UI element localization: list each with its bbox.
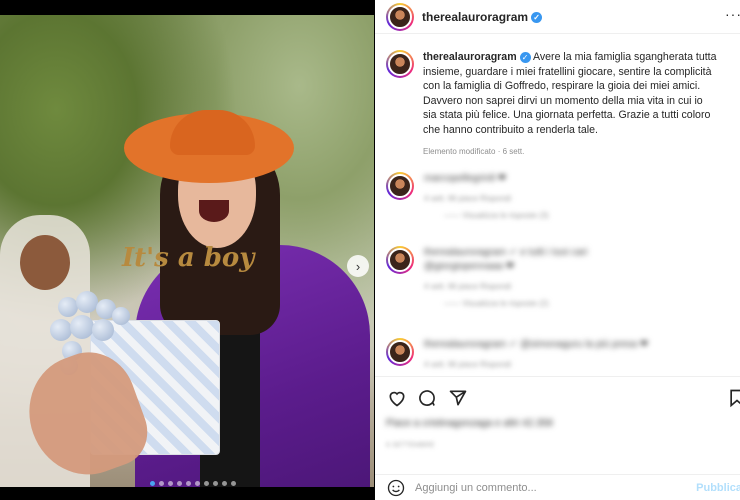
comment-meta: 4 sett. Mi piace Rispondi [424, 194, 512, 203]
comment-text: therealauroragram ✓ e tutti i tuoi cari … [424, 247, 588, 272]
carousel-dot [177, 481, 182, 486]
carousel-dot [213, 481, 218, 486]
carousel-dot [168, 481, 173, 486]
header-username[interactable]: therealauroragram ✓ [422, 10, 543, 24]
comment-text: marcopellegrin8 ❤ [424, 173, 507, 184]
post-photo[interactable]: It's a boy › [0, 15, 374, 487]
comment-icon[interactable] [417, 388, 437, 408]
profile-picture-icon [388, 52, 412, 76]
comment-avatar[interactable] [386, 172, 414, 200]
action-bar [375, 376, 740, 416]
more-options-icon[interactable]: ··· [725, 6, 740, 22]
heart-icon[interactable] [387, 388, 407, 408]
comment-item: therealauroragram ✓ e tutti i tuoi cari … [386, 246, 664, 308]
cake-topper: It's a boy [122, 243, 255, 273]
share-icon[interactable] [448, 388, 468, 408]
edited-timestamp: Elemento modificato · 6 sett. [423, 146, 525, 156]
carousel-indicator [150, 481, 236, 486]
post-details-panel: therealauroragram✓ ··· therealauroragram… [375, 0, 740, 500]
profile-picture-icon [388, 4, 412, 29]
post-date: 6 SETTEMBRE [386, 442, 435, 449]
carousel-dot [204, 481, 209, 486]
add-comment-bar: Pubblica [375, 474, 740, 500]
comment-input[interactable] [415, 481, 665, 494]
comment-text: therealauroragram ✓ @simonaguru la più p… [424, 339, 649, 350]
carousel-dot [150, 481, 155, 486]
verified-badge-icon: ✓ [519, 51, 531, 63]
caption-username[interactable]: therealauroragram [423, 51, 517, 63]
avatar[interactable] [386, 2, 414, 31]
view-replies-link[interactable]: —— Visualizza le risposte (3) [444, 211, 549, 220]
next-image-button[interactable]: › [347, 255, 369, 277]
comment-avatar[interactable] [386, 338, 414, 366]
post-header: therealauroragram✓ ··· [375, 0, 740, 34]
comment-item: therealauroragram ✓ @simonaguru la più p… [386, 338, 694, 369]
carousel-dot [186, 481, 191, 486]
instagram-post-modal: It's a boy › therealauroragram✓ ··· ther… [0, 0, 740, 500]
likes-count[interactable]: Piace a cristinagonzaga e altri 42.358 [386, 418, 553, 429]
comment-meta: 4 sett. Mi piace Rispondi [424, 360, 512, 369]
carousel-dot [222, 481, 227, 486]
post-caption: therealauroragram ✓ Avere la mia famiglia… [375, 34, 740, 159]
smile [199, 200, 229, 222]
background-guest-head [20, 235, 70, 290]
publish-button[interactable]: Pubblica [696, 482, 740, 494]
caption-text: Avere la mia famiglia sgangherata tutta … [423, 51, 717, 136]
comment-avatar[interactable] [386, 246, 414, 274]
caption-avatar[interactable] [386, 50, 414, 78]
carousel-dot [159, 481, 164, 486]
verified-badge-icon: ✓ [531, 11, 543, 23]
view-replies-link[interactable]: —— Visualizza le risposte (2) [444, 299, 664, 308]
comment-meta: 4 sett. Mi piace Rispondi [424, 282, 512, 291]
bookmark-icon[interactable] [727, 388, 740, 408]
comment-item: marcopellegrin8 ❤ 4 sett. Mi piace Rispo… [386, 172, 549, 220]
carousel-dot [195, 481, 200, 486]
chevron-right-icon: › [355, 258, 361, 274]
emoji-icon[interactable] [387, 479, 405, 497]
carousel-dot [231, 481, 236, 486]
